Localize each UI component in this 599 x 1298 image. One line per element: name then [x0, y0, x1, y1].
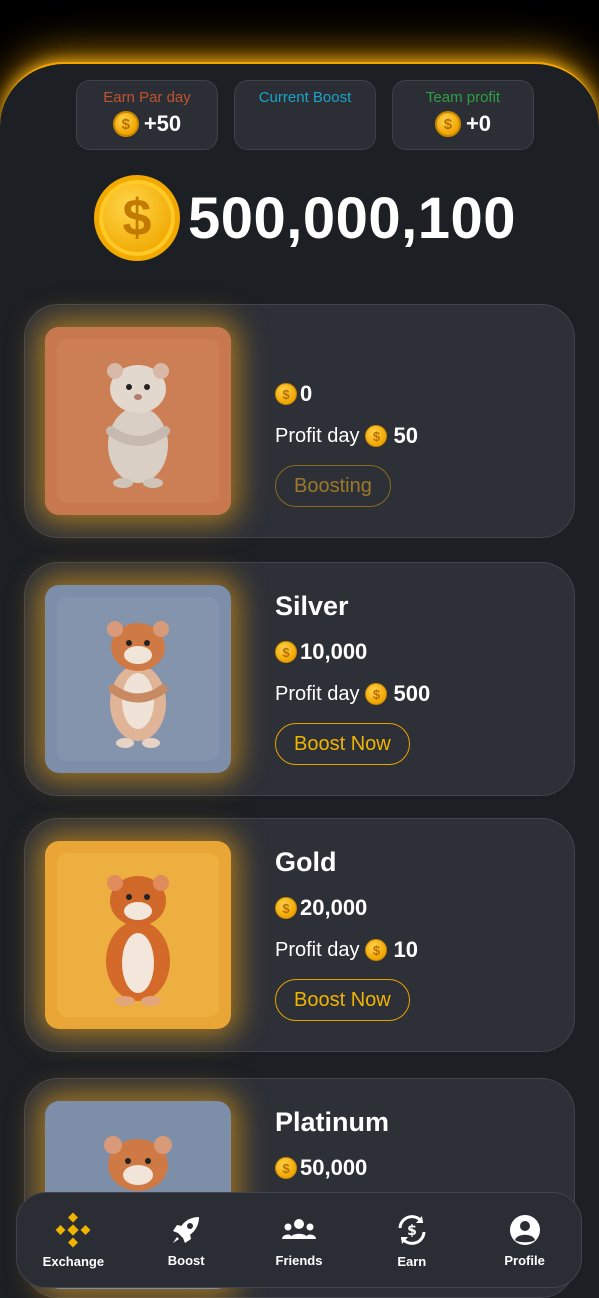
- nav-item-exchange[interactable]: Exchange: [23, 1212, 123, 1269]
- nav-label: Friends: [275, 1252, 323, 1268]
- card-price-value: 20,000: [300, 895, 368, 920]
- stats-row: Earn Par day $ +50 Current Boost Team pr…: [76, 80, 538, 152]
- stat-label: Current Boost: [258, 89, 352, 106]
- coin-icon: $: [112, 111, 139, 137]
- nav-label: Exchange: [42, 1253, 105, 1269]
- boost-card-gold: Gold $ 20,000 Profit day $ 10 Boost Now: [24, 818, 575, 1052]
- card-price-value: 0: [300, 381, 313, 406]
- hamster-icon: [45, 327, 231, 515]
- coin-icon: $: [365, 939, 388, 961]
- boosting-button[interactable]: Boosting: [275, 465, 391, 507]
- card-price: $ 50,000: [275, 1155, 367, 1181]
- coin-icon: $: [275, 383, 297, 405]
- hamster-icon: [45, 841, 231, 1029]
- app-screen: Earn Par day $ +50 Current Boost Team pr…: [0, 0, 599, 1298]
- card-price: $ 20,000: [275, 895, 367, 921]
- boost-now-button[interactable]: Boost Now: [275, 723, 410, 765]
- earn-icon: $: [394, 1212, 430, 1248]
- card-profit: Profit day $ 500: [275, 681, 430, 707]
- nav-item-earn[interactable]: $ Earn: [362, 1212, 462, 1269]
- card-title: Silver: [275, 591, 349, 621]
- coin-icon: $: [275, 897, 297, 919]
- nav-label: Earn: [397, 1253, 427, 1269]
- card-price: $ 0: [275, 381, 312, 407]
- balance-value: 500,000,100: [188, 185, 517, 251]
- bottom-nav: Exchange Boost Friends $ Earn Profile: [16, 1192, 582, 1288]
- coin-icon: $: [275, 641, 297, 663]
- stat-team-profit: Team profit $ +0: [392, 80, 534, 150]
- coin-icon: $: [365, 683, 388, 705]
- profit-label: Profit day: [275, 938, 360, 961]
- card-price-value: 50,000: [300, 1155, 368, 1180]
- card-profit: Profit day $ 10: [275, 937, 418, 963]
- boost-card-silver: Silver $ 10,000 Profit day $ 500 Boost N…: [24, 562, 575, 796]
- boost-now-button[interactable]: Boost Now: [275, 979, 410, 1021]
- svg-text:$: $: [407, 1223, 417, 1239]
- coin-icon: $: [94, 175, 180, 261]
- coin-icon: $: [365, 425, 388, 447]
- rocket-icon: [169, 1213, 203, 1247]
- stat-current-boost: Current Boost: [234, 80, 376, 150]
- hamster-image: [45, 327, 231, 515]
- coin-icon: $: [434, 111, 461, 137]
- profile-icon: [508, 1213, 542, 1247]
- stat-label: Earn Par day: [103, 89, 191, 106]
- hamster-image: [45, 585, 231, 773]
- nav-item-friends[interactable]: Friends: [249, 1213, 349, 1268]
- card-price-value: 10,000: [300, 639, 368, 664]
- coin-icon: $: [275, 1157, 297, 1179]
- nav-label: Boost: [167, 1252, 205, 1268]
- profit-label: Profit day: [275, 682, 360, 705]
- profit-value: 50: [393, 423, 418, 448]
- card-title: Platinum: [275, 1107, 390, 1137]
- friends-icon: [281, 1213, 317, 1247]
- stat-earn-per-day: Earn Par day $ +50: [76, 80, 218, 150]
- card-title: Gold: [275, 847, 337, 877]
- nav-label: Profile: [504, 1252, 545, 1268]
- profit-value: 10: [393, 937, 418, 962]
- stat-value: +50: [143, 111, 182, 136]
- exchange-icon: [55, 1212, 91, 1248]
- balance: $ 500,000,100: [94, 174, 516, 262]
- profit-value: 500: [393, 681, 431, 706]
- hamster-image: [45, 841, 231, 1029]
- card-profit: Profit day $ 50: [275, 423, 418, 449]
- card-price: $ 10,000: [275, 639, 367, 665]
- stat-label: Team profit: [425, 89, 501, 106]
- boost-card-base: $ 0 Profit day $ 50 Boosting: [24, 304, 575, 538]
- stat-value: +0: [465, 111, 492, 136]
- nav-item-profile[interactable]: Profile: [475, 1213, 575, 1268]
- hamster-icon: [45, 585, 231, 773]
- profit-label: Profit day: [275, 424, 360, 447]
- nav-item-boost[interactable]: Boost: [136, 1213, 236, 1268]
